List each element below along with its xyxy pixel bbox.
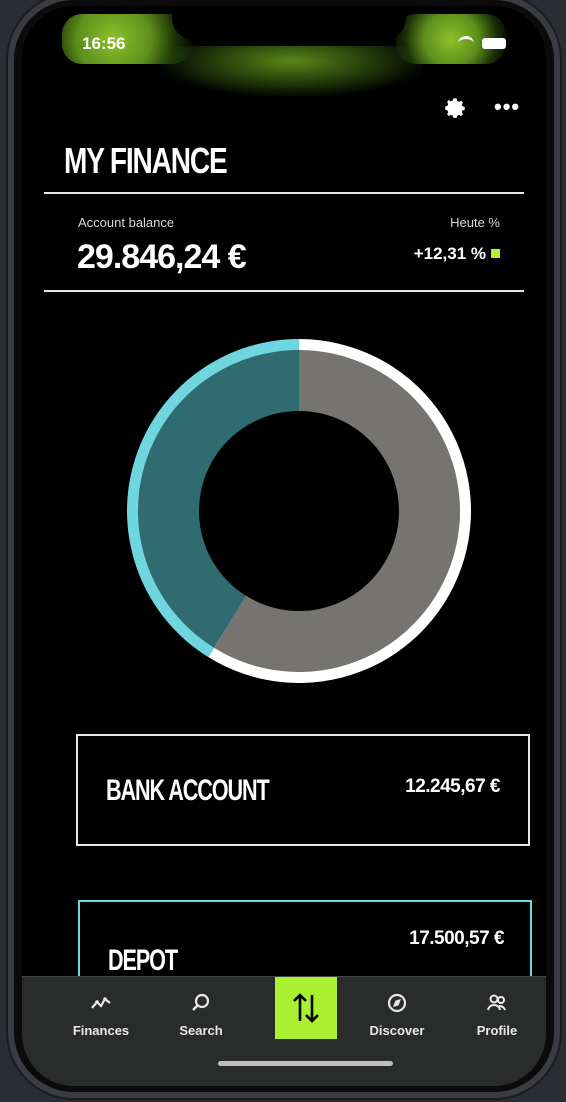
balance-label: Account balance <box>78 215 175 230</box>
gear-icon[interactable] <box>442 94 468 120</box>
battery-icon <box>482 38 506 49</box>
tab-discover[interactable]: Discover <box>352 977 442 1057</box>
balance-value: 29.846,24 € <box>77 238 247 276</box>
page-title: MY FINANCE <box>64 140 228 181</box>
allocation-donut-chart[interactable] <box>124 336 474 686</box>
tab-profile[interactable]: Profile <box>452 977 542 1057</box>
profile-icon <box>487 994 506 1011</box>
tab-label: Finances <box>72 1023 130 1038</box>
balance-divider <box>44 290 524 292</box>
account-value: 12.245,67 € <box>405 776 500 797</box>
notch <box>172 6 406 40</box>
tab-label: Profile <box>476 1023 518 1038</box>
change-value: +12,31 % <box>413 244 486 263</box>
transfer-arrows-icon <box>293 993 319 1023</box>
account-card-bank[interactable]: BANK ACCOUNT 12.245,67 € <box>76 734 530 846</box>
app-screen: 16:56 ••• MY FINANCE Account balance Heu… <box>22 6 546 1086</box>
change-indicator <box>491 249 500 258</box>
account-title: BANK ACCOUNT <box>106 774 270 807</box>
status-decor-mid <box>162 46 422 96</box>
phone-frame: 16:56 ••• MY FINANCE Account balance Heu… <box>14 0 554 1092</box>
status-time: 16:56 <box>82 34 126 53</box>
tab-search[interactable]: Search <box>156 977 246 1057</box>
transfer-button[interactable] <box>275 977 337 1039</box>
tab-finances[interactable]: Finances <box>56 977 146 1057</box>
home-indicator <box>218 1061 393 1066</box>
title-divider <box>44 192 524 194</box>
search-icon <box>192 993 210 1011</box>
status-icons <box>458 36 506 51</box>
donut-hole <box>199 411 399 611</box>
more-options-icon[interactable]: ••• <box>494 94 520 120</box>
tab-label: Search <box>179 1023 223 1038</box>
bottom-tab-bar: Finances Search Discover Profile <box>22 976 546 1086</box>
account-value: 17.500,57 € <box>409 928 504 949</box>
wifi-icon <box>458 36 474 51</box>
discover-icon <box>387 993 407 1013</box>
tab-label: Discover <box>369 1023 425 1038</box>
account-title: DEPOT <box>108 944 178 977</box>
finances-icon <box>91 997 111 1009</box>
change-label: Heute % <box>450 215 500 230</box>
